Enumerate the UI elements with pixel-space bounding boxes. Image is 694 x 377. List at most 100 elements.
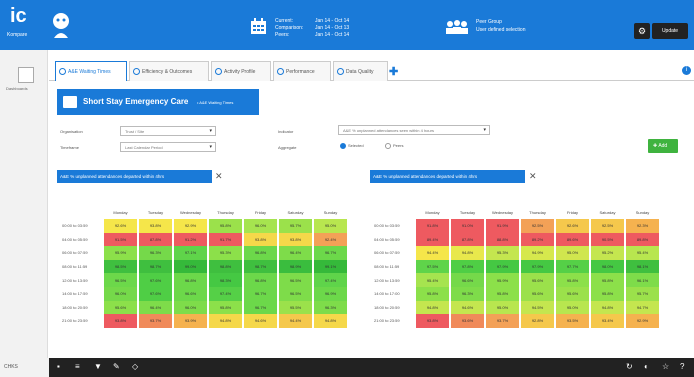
heatmap-cell[interactable]: 95.4% bbox=[626, 246, 659, 260]
heatmap-cell[interactable]: 91.7% bbox=[209, 232, 242, 247]
add-button[interactable]: ✚ Add bbox=[648, 139, 678, 153]
heatmap-cell[interactable]: 95.0% bbox=[556, 246, 589, 260]
document-icon[interactable]: ▪ bbox=[57, 360, 60, 374]
heatmap-cell[interactable]: 95.6% bbox=[556, 286, 589, 301]
heatmap-cell[interactable]: 94.8% bbox=[416, 300, 449, 315]
heatmap-cell[interactable]: 93.7% bbox=[486, 314, 519, 328]
heatmap-cell[interactable]: 96.7% bbox=[244, 286, 277, 301]
update-button[interactable]: Update bbox=[652, 23, 688, 39]
tab-data-quality[interactable]: Data Quality bbox=[333, 61, 388, 81]
heatmap-cell[interactable]: 97.1% bbox=[174, 246, 207, 260]
close-icon[interactable]: ✕ bbox=[215, 171, 223, 181]
indicator-select[interactable]: A&E % unplanned attendances seen within … bbox=[338, 125, 490, 135]
heatmap-cell[interactable]: 95.9% bbox=[486, 273, 519, 287]
user-avatar-icon[interactable] bbox=[51, 12, 71, 38]
timeframe-select[interactable]: Last Calendar Period bbox=[120, 142, 216, 152]
heatmap-cell[interactable]: 93.8% bbox=[416, 314, 449, 328]
heatmap-cell[interactable]: 96.3% bbox=[451, 286, 484, 301]
heatmap-cell[interactable]: 98.3% bbox=[209, 273, 242, 287]
heatmap-cell[interactable]: 96.0% bbox=[104, 286, 137, 301]
heatmap-cell[interactable]: 97.8% bbox=[451, 259, 484, 274]
heatmap-cell[interactable]: 98.7% bbox=[244, 259, 277, 274]
peers-radio[interactable]: Peers bbox=[385, 143, 403, 149]
heatmap-cell[interactable]: 88.8% bbox=[486, 232, 519, 247]
heatmap-cell[interactable]: 95.8% bbox=[416, 286, 449, 301]
heatmap-cell[interactable]: 95.7% bbox=[279, 219, 312, 233]
heatmap-cell[interactable]: 93.8% bbox=[139, 219, 172, 233]
heatmap-cell[interactable]: 95.8% bbox=[556, 273, 589, 287]
heatmap-cell[interactable]: 96.7% bbox=[314, 246, 347, 260]
heatmap-cell[interactable]: 89.8% bbox=[626, 232, 659, 247]
heatmap-cell[interactable]: 91.9% bbox=[486, 219, 519, 233]
heatmap-cell[interactable]: 95.2% bbox=[591, 246, 624, 260]
heatmap-cell[interactable]: 95.6% bbox=[521, 273, 554, 287]
heatmap-cell[interactable]: 91.5% bbox=[104, 232, 137, 247]
heatmap-cell[interactable]: 95.8% bbox=[591, 273, 624, 287]
heatmap-cell[interactable]: 95.6% bbox=[104, 300, 137, 315]
heatmap-cell[interactable]: 96.1% bbox=[626, 273, 659, 287]
heatmap-cell[interactable]: 92.3% bbox=[626, 219, 659, 233]
heatmap-cell[interactable]: 95.3% bbox=[209, 246, 242, 260]
heatmap-cell[interactable]: 94.4% bbox=[279, 314, 312, 328]
heatmap-cell[interactable]: 96.5% bbox=[279, 273, 312, 287]
dashboards-label[interactable]: Dashboards bbox=[6, 86, 28, 91]
heatmap-cell[interactable]: 95.0% bbox=[556, 300, 589, 315]
heatmap-cell[interactable]: 97.4% bbox=[209, 286, 242, 301]
dashboard-icon[interactable] bbox=[18, 67, 34, 83]
tab-activity-profile[interactable]: Activity Profile bbox=[211, 61, 271, 81]
heatmap-cell[interactable]: 94.6% bbox=[451, 300, 484, 315]
heatmap-cell[interactable]: 93.9% bbox=[174, 314, 207, 328]
heatmap-cell[interactable]: 97.4% bbox=[314, 273, 347, 287]
indicator-chip-left[interactable]: A&E % unplanned attendances departed wit… bbox=[57, 170, 212, 183]
settings-button[interactable]: ⚙ bbox=[634, 23, 650, 39]
heatmap-cell[interactable]: 92.5% bbox=[591, 219, 624, 233]
calendar-icon[interactable] bbox=[250, 18, 267, 35]
heatmap-cell[interactable]: 94.8% bbox=[451, 246, 484, 260]
heatmap-cell[interactable]: 91.8% bbox=[416, 219, 449, 233]
heatmap-cell[interactable]: 94.7% bbox=[626, 300, 659, 315]
heatmap-cell[interactable]: 96.6% bbox=[451, 273, 484, 287]
help-icon[interactable]: ? bbox=[680, 360, 684, 374]
columns-icon[interactable]: ≡ bbox=[75, 360, 80, 374]
heatmap-cell[interactable]: 96.9% bbox=[314, 286, 347, 301]
close-icon[interactable]: ✕ bbox=[529, 171, 537, 181]
heatmap-cell[interactable]: 95.5% bbox=[279, 300, 312, 315]
selected-radio[interactable]: Selected bbox=[340, 143, 364, 149]
heatmap-cell[interactable]: 96.8% bbox=[244, 273, 277, 287]
heatmap-cell[interactable]: 93.7% bbox=[139, 314, 172, 328]
heatmap-cell[interactable]: 94.4% bbox=[416, 246, 449, 260]
heatmap-cell[interactable]: 95.6% bbox=[521, 286, 554, 301]
refresh-icon[interactable]: ↻ bbox=[626, 360, 633, 374]
heatmap-cell[interactable]: 92.9% bbox=[626, 314, 659, 328]
heatmap-cell[interactable]: 93.5% bbox=[556, 314, 589, 328]
heatmap-cell[interactable]: 94.5% bbox=[521, 300, 554, 315]
heatmap-cell[interactable]: 92.5% bbox=[521, 219, 554, 233]
heatmap-cell[interactable]: 96.4% bbox=[139, 300, 172, 315]
tab-ae-waiting-times[interactable]: A&E Waiting Times bbox=[55, 61, 127, 81]
heatmap-cell[interactable]: 92.9% bbox=[174, 219, 207, 233]
heatmap-cell[interactable]: 95.8% bbox=[209, 300, 242, 315]
heatmap-cell[interactable]: 99.0% bbox=[174, 259, 207, 274]
heatmap-cell[interactable]: 97.7% bbox=[556, 259, 589, 274]
heatmap-cell[interactable]: 95.3% bbox=[486, 246, 519, 260]
heatmap-cell[interactable]: 87.8% bbox=[139, 232, 172, 247]
heatmap-cell[interactable]: 94.8% bbox=[209, 314, 242, 328]
heatmap-cell[interactable]: 95.0% bbox=[314, 219, 347, 233]
heatmap-cell[interactable]: 96.5% bbox=[279, 286, 312, 301]
heatmap-cell[interactable]: 96.0% bbox=[244, 219, 277, 233]
heatmap-cell[interactable]: 96.8% bbox=[174, 273, 207, 287]
heatmap-cell[interactable]: 96.0% bbox=[174, 300, 207, 315]
chart-search-icon[interactable]: ◐ bbox=[644, 360, 649, 374]
heatmap-cell[interactable]: 98.0% bbox=[591, 259, 624, 274]
filter-icon[interactable]: ▼ bbox=[94, 360, 102, 374]
app-logo[interactable]: ic bbox=[10, 6, 27, 26]
heatmap-cell[interactable]: 95.8% bbox=[591, 286, 624, 301]
heatmap-cell[interactable]: 94.9% bbox=[521, 246, 554, 260]
heatmap-cell[interactable]: 93.8% bbox=[244, 232, 277, 247]
heatmap-cell[interactable]: 92.8% bbox=[521, 314, 554, 328]
star-icon[interactable]: ☆ bbox=[662, 360, 669, 374]
tab-performance[interactable]: Performance bbox=[273, 61, 331, 81]
heatmap-cell[interactable]: 94.6% bbox=[244, 314, 277, 328]
heatmap-cell[interactable]: 95.8% bbox=[209, 219, 242, 233]
heatmap-cell[interactable]: 95.0% bbox=[486, 300, 519, 315]
